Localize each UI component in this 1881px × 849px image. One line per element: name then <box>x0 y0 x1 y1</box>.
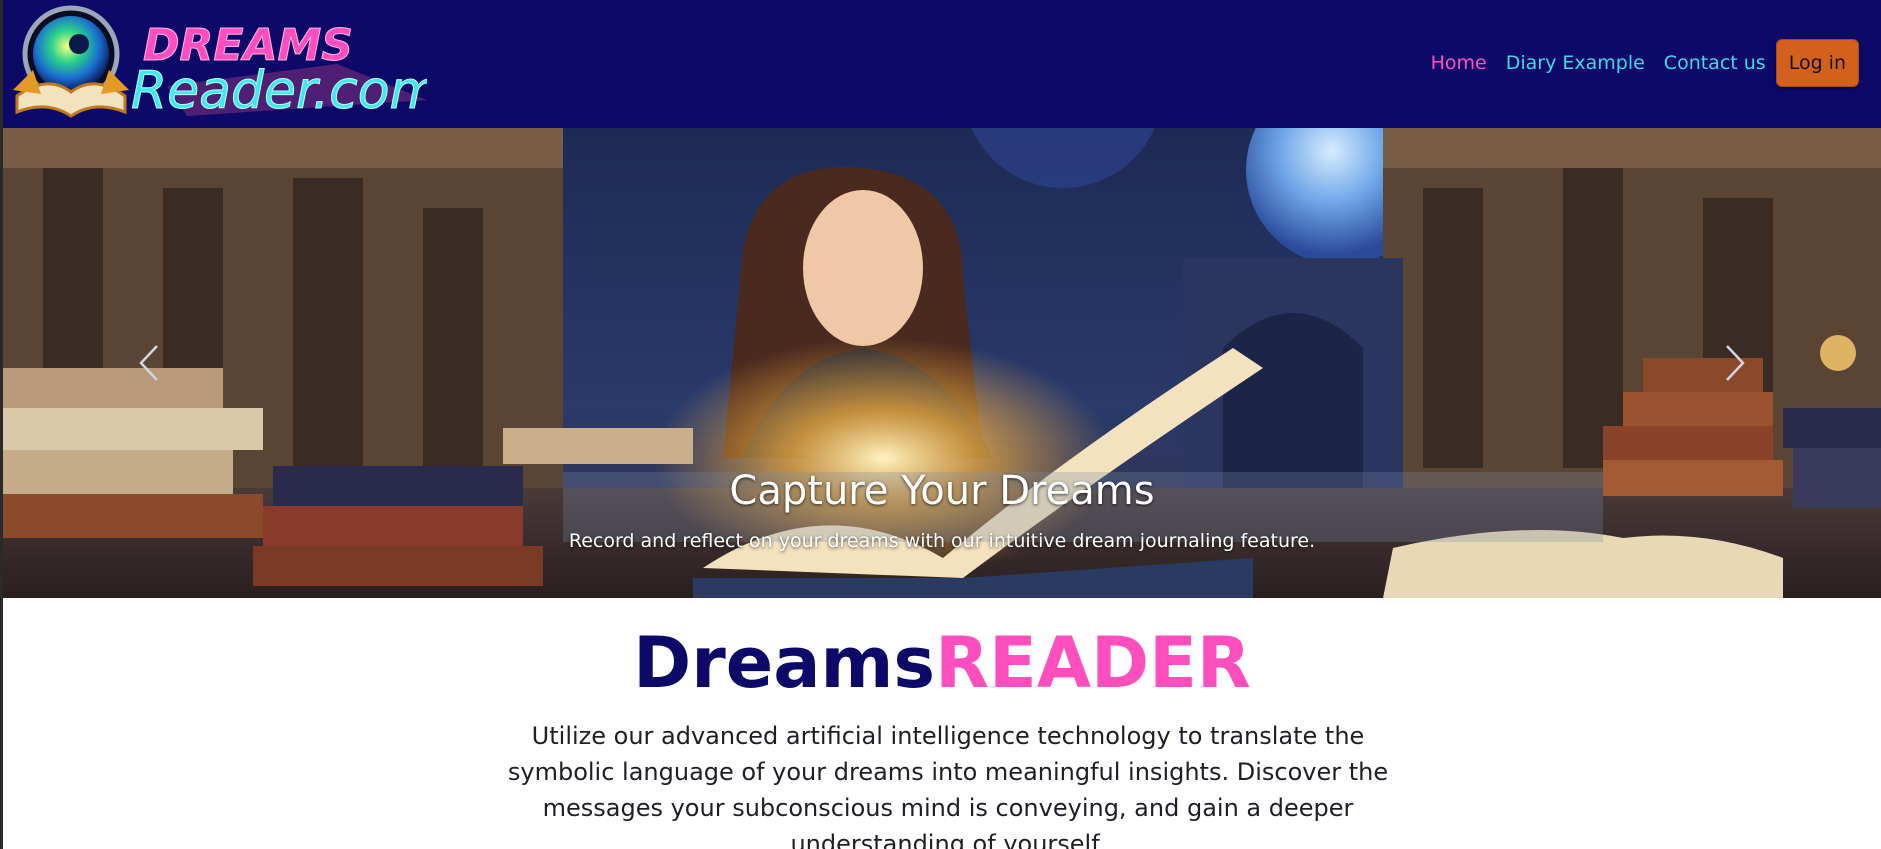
carousel-next-button[interactable] <box>1715 338 1755 388</box>
hero-carousel: Capture Your Dreams Record and reflect o… <box>3 128 1881 598</box>
nav-link-diary-example[interactable]: Diary Example <box>1506 52 1645 74</box>
nav-link-home[interactable]: Home <box>1431 52 1487 74</box>
intro-line: Utilize our advanced artificial intellig… <box>531 722 1365 750</box>
page-title-reader: READER <box>935 622 1251 704</box>
page: DREAMS Reader.com Home Diary Example Con… <box>3 0 1881 849</box>
carousel-prev-button[interactable] <box>129 338 169 388</box>
intro-paragraph: Utilize our advanced artificial intellig… <box>493 718 1403 849</box>
intro-line: understanding of yourself. <box>790 830 1106 849</box>
brand-logo[interactable]: DREAMS Reader.com <box>7 4 441 126</box>
chevron-right-icon <box>1726 345 1745 381</box>
chevron-left-icon <box>139 345 158 381</box>
logo-wordmark-bottom: Reader.com <box>131 61 427 121</box>
intro-line: messages your subconscious mind is conve… <box>542 794 1354 822</box>
nav-menu: Home Diary Example Contact us Log in <box>1412 39 1859 87</box>
nav-link-contact-us[interactable]: Contact us <box>1664 52 1766 74</box>
logo-graphic: DREAMS Reader.com <box>13 5 441 122</box>
navbar: DREAMS Reader.com Home Diary Example Con… <box>3 0 1881 128</box>
login-button[interactable]: Log in <box>1775 39 1859 87</box>
slide-description: Record and reflect on your dreams with o… <box>568 530 1316 552</box>
slide-title: Capture Your Dreams <box>729 468 1155 514</box>
intro-line: symbolic language of your dreams into me… <box>507 758 1389 786</box>
page-title: DreamsREADER <box>3 622 1881 704</box>
page-title-dreams: Dreams <box>633 622 936 704</box>
